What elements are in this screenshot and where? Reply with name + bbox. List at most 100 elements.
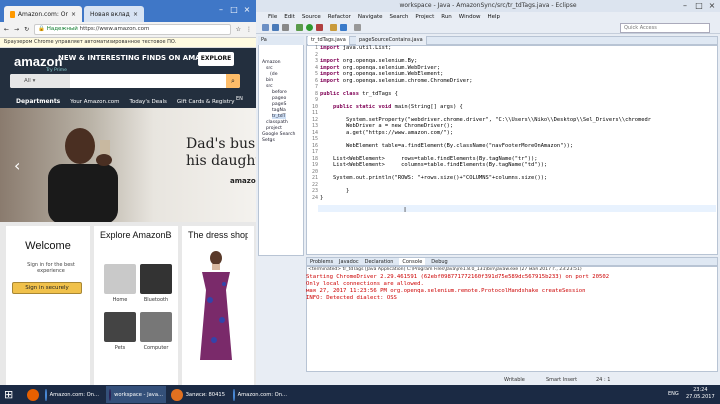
tree-bin[interactable]: bin	[266, 78, 273, 83]
eclipse-minimize-icon[interactable]: –	[680, 1, 690, 11]
code-keyword: public class	[320, 90, 359, 97]
url-field[interactable]: 🔒 Надежный https://www.amazon.com	[34, 24, 231, 35]
save-icon[interactable]	[272, 24, 279, 31]
amazon-logo[interactable]: amazon	[14, 54, 62, 69]
print-icon[interactable]	[282, 24, 289, 31]
tab-close-icon[interactable]: ×	[133, 11, 138, 18]
close-icon[interactable]: ×	[242, 5, 252, 15]
quick-access-input[interactable]: Quick Access	[620, 23, 710, 33]
tab-debug[interactable]: Debug	[431, 258, 447, 265]
tab-problems[interactable]: Problems	[310, 258, 333, 265]
amazon-favicon-icon	[10, 10, 15, 18]
address-bar: ← → ↻ 🔒 Надежный https://www.amazon.com …	[0, 22, 256, 38]
tree-google-search[interactable]: Google Search	[262, 132, 295, 137]
carousel-prev-icon[interactable]: ‹	[14, 156, 20, 175]
product-pets-label[interactable]: Pets	[100, 345, 140, 351]
tree-before[interactable]: before	[272, 90, 287, 95]
tree-project-amazon[interactable]: Amazon	[262, 60, 281, 65]
tab-javadoc[interactable]: Javadoc	[339, 258, 359, 265]
menu-project[interactable]: Project	[415, 12, 434, 22]
back-icon[interactable]: ←	[4, 26, 9, 33]
editor-tab-pagesource[interactable]: pageSourceContains.java	[356, 36, 427, 45]
menu-source[interactable]: Source	[302, 12, 321, 22]
line-number: 22	[311, 181, 318, 188]
search-icon[interactable]: ⌕	[226, 74, 240, 88]
eclipse-close-icon[interactable]: ×	[707, 1, 717, 11]
menu-icon[interactable]: ⋮	[246, 26, 252, 33]
tree-classpath[interactable]: classpath	[266, 120, 288, 125]
maximize-icon[interactable]: □	[229, 5, 239, 15]
editor-tab-tr-tdtags[interactable]: tr_tdTags.java	[308, 36, 350, 45]
menu-search[interactable]: Search	[390, 12, 409, 22]
menu-navigate[interactable]: Navigate	[358, 12, 383, 22]
tree-setgs[interactable]: Setgs	[262, 138, 275, 143]
system-clock[interactable]: 23:24 27.05.2017	[686, 387, 715, 401]
taskbar-item-recorder[interactable]: Записи: 80415	[168, 386, 228, 403]
product-home-label[interactable]: Home	[100, 297, 140, 303]
chrome-tab-new[interactable]: Новая вкладка ×	[84, 6, 144, 22]
chrome-tab-amazon[interactable]: Amazon.com: Online Sh ×	[4, 6, 82, 22]
input-language[interactable]: ENG	[668, 391, 679, 397]
try-prime-link[interactable]: Try Prime	[46, 68, 67, 73]
menu-edit[interactable]: Edit	[284, 12, 295, 22]
tree-project-file[interactable]: project	[266, 126, 282, 131]
start-icon[interactable]: ⊞	[4, 388, 17, 401]
menu-window[interactable]: Window	[459, 12, 481, 22]
search-category-dropdown[interactable]: All ▾	[10, 74, 70, 88]
tree-src[interactable]: src	[266, 66, 273, 71]
nav-your-amazon[interactable]: Your Amazon.com	[70, 99, 119, 105]
explore-button[interactable]: EXPLORE	[198, 52, 234, 66]
line-number: 3	[314, 58, 318, 64]
product-pets-image[interactable]	[104, 312, 136, 342]
current-line-highlight	[318, 205, 716, 212]
menu-help[interactable]: Help	[487, 12, 500, 22]
line-number: 23	[311, 188, 318, 194]
code-line: List<WebElement> rows=table.findElements…	[320, 156, 714, 162]
code-text: System.out.println("ROWS: "+rows.size()+…	[320, 175, 548, 181]
nav-gift-cards[interactable]: Gift Cards & Registry	[177, 99, 235, 105]
menu-file[interactable]: File	[268, 12, 277, 22]
minimize-icon[interactable]: –	[216, 5, 226, 15]
star-icon[interactable]: ☆	[236, 26, 241, 33]
product-bluetooth-image[interactable]	[140, 264, 172, 294]
eclipse-maximize-icon[interactable]: □	[694, 1, 704, 11]
product-computer-image[interactable]	[140, 312, 172, 342]
debug-icon[interactable]	[296, 24, 303, 31]
tree-pageo[interactable]: pageo	[272, 96, 286, 101]
menu-run[interactable]: Run	[441, 12, 452, 22]
departments-menu[interactable]: Departments	[16, 98, 60, 105]
new-package-icon[interactable]	[330, 24, 337, 31]
package-explorer-tab[interactable]: Pa	[258, 36, 304, 45]
tree-src-2[interactable]: src	[266, 84, 273, 89]
product-computer-label[interactable]: Computer	[136, 345, 176, 351]
line-number: 16	[311, 142, 318, 149]
code-line: import org.openqa.selenium.By;	[320, 58, 714, 64]
tree-tagna[interactable]: tagNa	[272, 108, 286, 113]
search-icon[interactable]	[354, 24, 361, 31]
tab-declaration[interactable]: Declaration	[365, 258, 394, 265]
new-class-icon[interactable]	[340, 24, 347, 31]
menu-refactor[interactable]: Refactor	[328, 12, 351, 22]
language-selector[interactable]: EN	[236, 96, 243, 102]
tab-console[interactable]: Console	[399, 258, 426, 265]
reload-icon[interactable]: ↻	[24, 26, 29, 33]
console-line: Starting ChromeDriver 2.29.461591 (62ebf…	[306, 274, 610, 280]
external-tools-icon[interactable]	[316, 24, 323, 31]
sign-in-button[interactable]: Sign in securely	[12, 282, 82, 294]
dress-model-image[interactable]	[196, 250, 236, 362]
product-bluetooth-label[interactable]: Bluetooth	[136, 297, 176, 303]
product-home-image[interactable]	[104, 264, 136, 294]
tree-default[interactable]: (de	[270, 72, 278, 77]
forward-icon[interactable]: →	[14, 26, 19, 33]
tab-close-icon[interactable]: ×	[71, 11, 76, 18]
new-icon[interactable]	[262, 24, 269, 31]
taskbar-item-eclipse[interactable]: workspace - Java...	[106, 386, 166, 403]
tree-pages[interactable]: pageS	[272, 102, 286, 107]
taskbar-item-amazon-2[interactable]: Amazon.com: On...	[230, 386, 290, 403]
tree-tr-tdtags[interactable]: tr_tdT	[272, 114, 286, 119]
nav-todays-deals[interactable]: Today's Deals	[129, 99, 166, 105]
taskbar-item-amazon-1[interactable]: Amazon.com: On...	[42, 386, 102, 403]
code-line: List<WebElement> columns=table.findEleme…	[320, 162, 714, 168]
run-icon[interactable]	[306, 24, 313, 31]
taskbar-firefox-icon[interactable]	[24, 386, 42, 403]
